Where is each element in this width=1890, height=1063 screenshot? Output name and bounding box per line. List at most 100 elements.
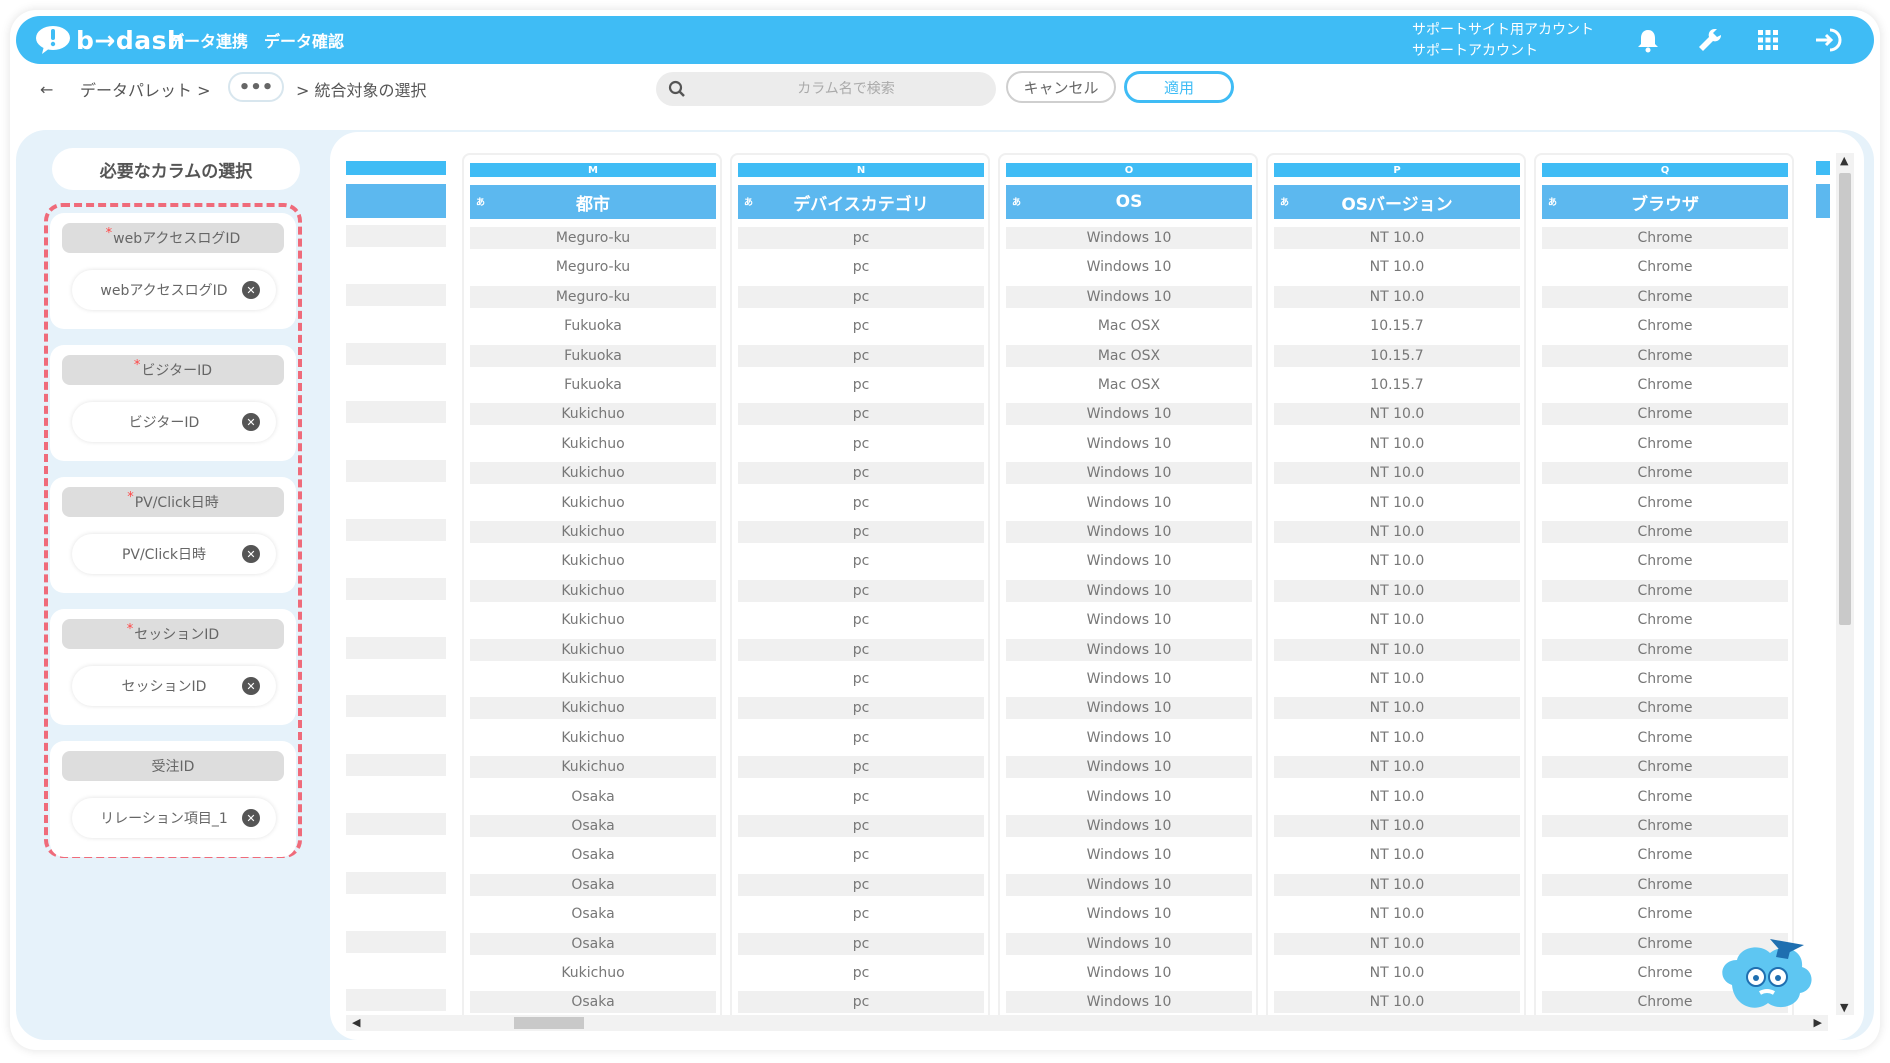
column-p[interactable]: P あ OSバージョン NT 10.0 NT 10.0 NT 10.0 10.15.7 10.… [1266,153,1526,1023]
table-cell: Mac OSX [1097,318,1161,335]
column-header[interactable]: あ OSバージョン [1274,185,1520,219]
vertical-scrollbar[interactable]: ▲ ▼ [1836,153,1854,1015]
table-cell: pc [852,906,870,923]
breadcrumb-data-palette[interactable]: データパレット > [80,74,211,104]
scroll-down-arrow[interactable]: ▼ [1840,1001,1848,1014]
table-cell: Osaka [470,932,716,955]
assigned-column-chip[interactable]: PV/Click日時 ✕ [72,534,276,574]
table-cell: Kukichuo [561,671,625,687]
table-cell: Windows 10 [1086,847,1172,864]
table-cell: Osaka [571,847,615,864]
table-cell: Chrome [1542,756,1788,779]
table-cell: Kukichuo [470,697,716,720]
column-letter: M [470,163,716,177]
logout-icon[interactable] [1814,26,1846,54]
required-mark: * [126,621,134,637]
table-cell: Chrome [1637,318,1693,335]
table-cell: Kukichuo [470,521,716,543]
table-cell: Chrome [1542,873,1788,896]
table-cell: NT 10.0 [1274,638,1520,661]
table-cell: NT 10.0 [1274,697,1520,720]
close-icon[interactable]: ✕ [242,545,260,563]
table-cell: NT 10.0 [1369,671,1425,687]
column-q[interactable]: Q あ ブラウザ Chrome Chrome Chrome Chrome Chrome Chro… [1534,153,1794,1023]
table-cell: Kukichuo [470,579,716,602]
table-cell: Chrome [1542,285,1788,308]
horizontal-scroll-thumb[interactable] [514,1017,584,1029]
table-cell: Windows 10 [1086,788,1172,805]
nav-data-check[interactable]: データ確認 [264,16,344,64]
requirement-card: * PV/Click日時 PV/Click日時 ✕ [50,477,296,593]
panel-title: 必要なカラムの選択 [52,148,300,190]
column-o[interactable]: O あ OS Windows 10 Windows 10 Windows 10 Mac OS… [998,153,1258,1023]
table-cell: Chrome [1542,403,1788,426]
apply-button[interactable]: 適用 [1124,71,1234,103]
horizontal-scrollbar[interactable]: ◀ ▶ [346,1015,1828,1031]
table-cell: NT 10.0 [1274,227,1520,249]
vertical-scroll-thumb[interactable] [1839,173,1851,625]
wrench-icon[interactable] [1696,26,1724,54]
logo[interactable]: b→dash [34,22,185,58]
table-cell: Meguro-ku [470,285,716,308]
table-cell: Chrome [1637,788,1693,805]
column-letter: P [1274,163,1520,177]
breadcrumb-ellipsis-button[interactable]: ••• [228,72,284,102]
table-cell: Fukuoka [470,344,716,367]
partial-column-letter [1816,161,1830,175]
required-mark: * [105,225,113,241]
table-cell: Chrome [1637,847,1693,864]
requirement-card: * webアクセスログID webアクセスログID ✕ [50,213,296,329]
partial-column-header [1816,184,1830,218]
close-icon[interactable]: ✕ [242,677,260,695]
table-cell: pc [738,697,984,720]
column-header[interactable]: あ ブラウザ [1542,185,1788,219]
mascot-helper-icon[interactable] [1712,925,1822,1025]
search-input[interactable] [716,81,976,97]
assigned-column-chip[interactable]: ビジターID ✕ [72,402,276,442]
table-cell: Chrome [1637,553,1693,570]
table-cell: Windows 10 [1006,815,1252,837]
table-cell: Chrome [1637,906,1693,923]
apps-grid-icon[interactable] [1754,26,1782,54]
assigned-column-chip[interactable]: セッションID ✕ [72,666,276,706]
table-cell: Osaka [470,815,716,837]
table-cell: Kukichuo [470,403,716,426]
table-cell: pc [738,579,984,602]
partial-column-stripe [346,989,446,1012]
column-header[interactable]: あ デバイスカテゴリ [738,185,984,219]
table-cell: pc [852,671,870,687]
close-icon[interactable]: ✕ [242,281,260,299]
table-cell: pc [852,553,870,570]
close-icon[interactable]: ✕ [242,413,260,431]
table-cell: pc [852,729,870,746]
table-cell: pc [852,965,870,981]
table-cell: NT 10.0 [1274,756,1520,779]
nav-data-integration[interactable]: データ連携 [168,16,248,64]
column-letter: N [738,163,984,177]
bell-icon[interactable] [1634,26,1662,54]
column-m[interactable]: M あ 都市 Meguro-ku Meguro-ku Meguro-ku Fukuoka Fu… [462,153,722,1023]
table-cell: NT 10.0 [1274,462,1520,485]
account-info[interactable]: サポートサイト用アカウント サポートアカウント [1412,20,1594,62]
partial-column-stripe [346,519,446,541]
requirement-card: 受注ID リレーション項目_1 ✕ [50,741,296,857]
table-cell: Windows 10 [1086,553,1172,570]
column-n[interactable]: N あ デバイスカテゴリ pc pc pc pc pc pc pc pc pc pc pc pc pc pc pc… [730,153,990,1023]
assigned-column-chip[interactable]: リレーション項目_1 ✕ [72,798,276,838]
table-cell: NT 10.0 [1369,612,1425,629]
column-name: OS [1115,192,1143,212]
table-cell: pc [852,318,870,335]
scroll-up-arrow[interactable]: ▲ [1840,154,1848,167]
partial-column-stripe [346,813,446,835]
table-cell: 10.15.7 [1370,377,1424,393]
column-header[interactable]: あ 都市 [470,185,716,219]
cancel-button[interactable]: キャンセル [1006,71,1116,103]
table-cell: pc [852,259,870,276]
table-cell: Kukichuo [470,638,716,661]
assigned-column-chip[interactable]: webアクセスログID ✕ [72,270,276,310]
column-header[interactable]: あ OS [1006,185,1252,219]
close-icon[interactable]: ✕ [242,809,260,827]
table-cell: Kukichuo [561,729,625,746]
scroll-left-arrow[interactable]: ◀ [352,1016,360,1029]
back-arrow-icon[interactable]: ← [40,74,53,104]
